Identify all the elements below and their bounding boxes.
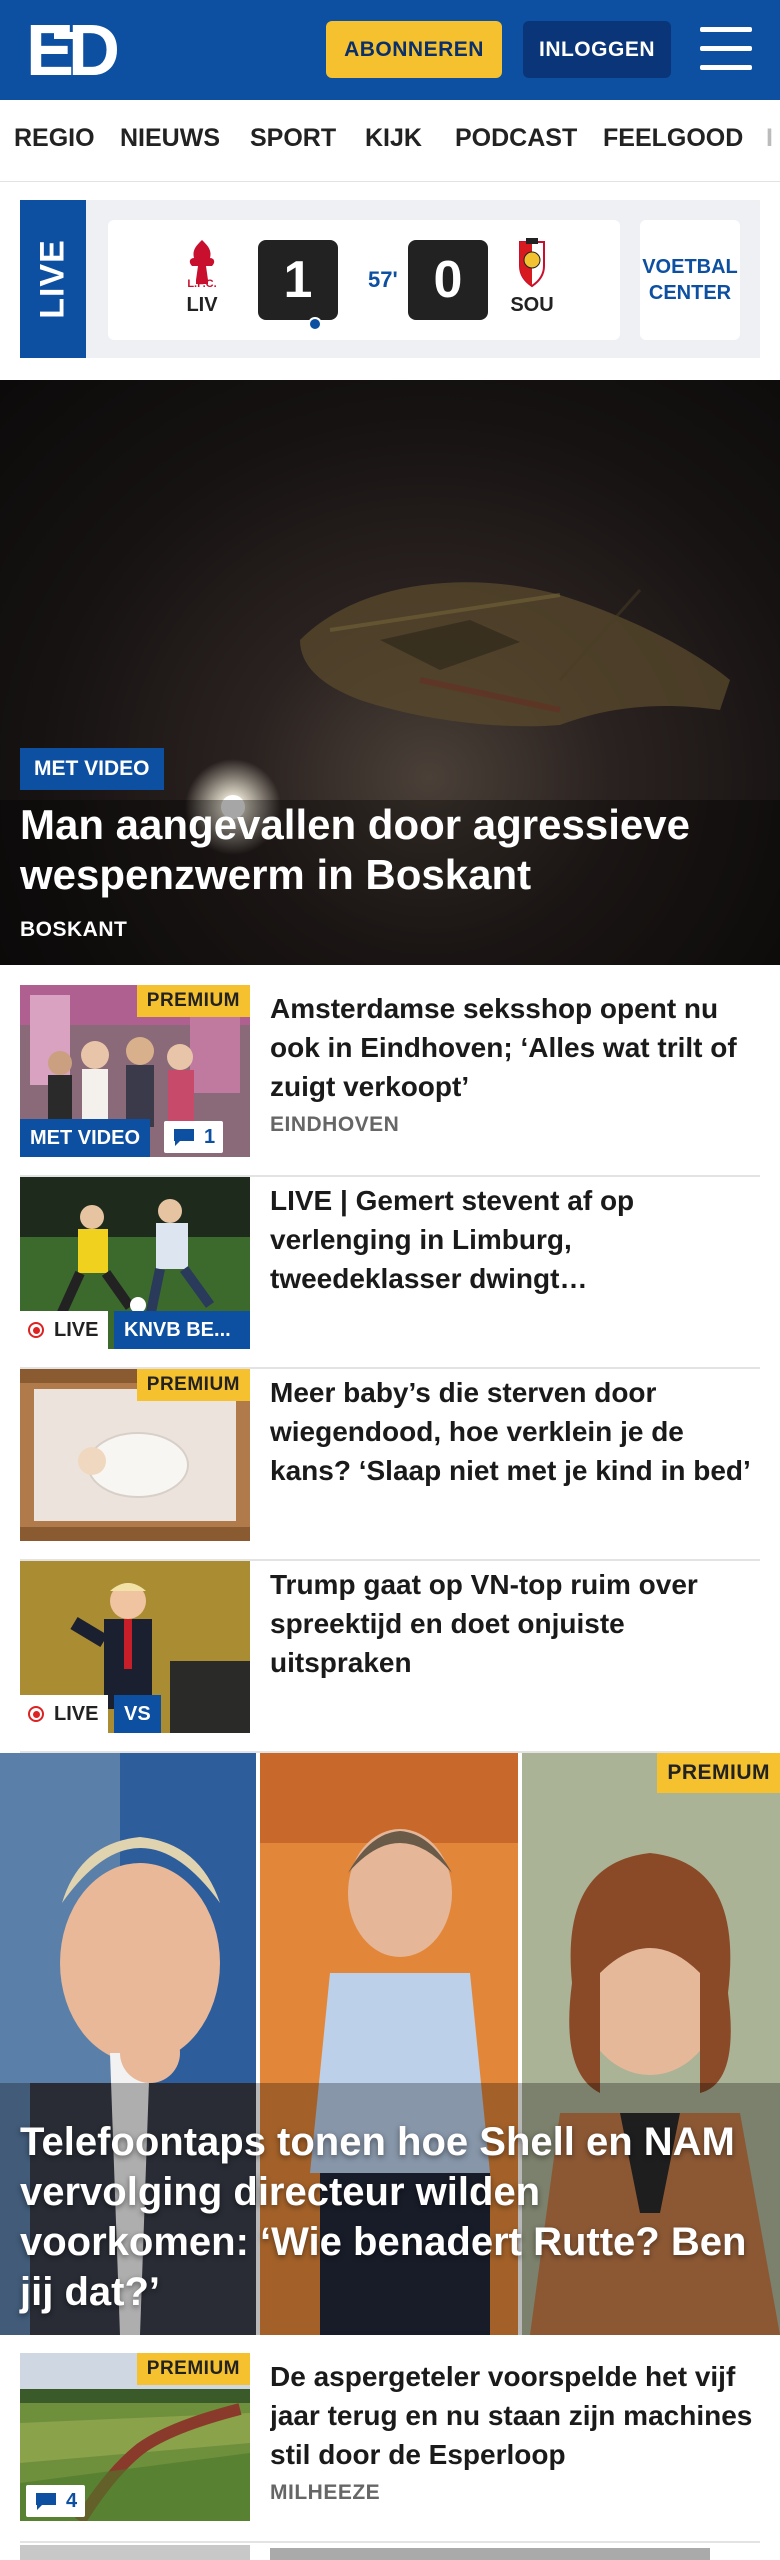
nav-item-sport[interactable]: SPORT bbox=[250, 124, 336, 153]
comment-count-badge[interactable]: 4 bbox=[26, 2485, 86, 2517]
ed-logo[interactable]: ED bbox=[26, 15, 120, 87]
comment-count-badge[interactable]: 1 bbox=[164, 1121, 224, 1153]
liverpool-crest-text: L.F.C. bbox=[187, 278, 217, 290]
live-score-bar: LIVE L.F.C. LIV 1 57' 0 SOU VOETBAL CENT… bbox=[20, 200, 760, 358]
article-title[interactable]: Meer baby’s die sterven door wiegendood,… bbox=[270, 1373, 760, 1490]
comment-count: 1 bbox=[204, 1125, 216, 1148]
article-title[interactable]: De aspergeteler voorspelde het vijf jaar… bbox=[270, 2357, 760, 2474]
article-row[interactable]: LIVE VS Trump gaat op VN-top ruim over s… bbox=[20, 1561, 760, 1753]
hero-title[interactable]: Man aangevallen door agressieve wespenzw… bbox=[20, 800, 740, 900]
nav-item-overflow[interactable]: I bbox=[766, 124, 773, 153]
article-title[interactable]: Amsterdamse seksshop opent nu ook in Ein… bbox=[270, 989, 760, 1106]
next-article-thumbnail bbox=[20, 2545, 250, 2560]
hero-location: BOSKANT bbox=[20, 918, 128, 941]
premium-badge: PREMIUM bbox=[657, 1753, 780, 1793]
logo-text: ED bbox=[26, 11, 120, 91]
article-thumbnail: LIVE KNVB BE... bbox=[20, 1177, 250, 1349]
comment-count: 4 bbox=[66, 2489, 78, 2512]
article-row[interactable]: LIVE KNVB BE... LIVE | Gemert stevent af… bbox=[20, 1177, 760, 1369]
article-location: EINDHOVEN bbox=[270, 1113, 400, 1136]
hero-video-tag: MET VIDEO bbox=[20, 748, 164, 790]
logo-accent-bar bbox=[54, 32, 80, 39]
menu-icon[interactable] bbox=[700, 27, 752, 71]
nav-item-regio[interactable]: REGIO bbox=[14, 124, 95, 153]
article-thumbnail: PREMIUM bbox=[20, 1369, 250, 1541]
live-badge: LIVE bbox=[20, 1311, 109, 1349]
nav-item-nieuws[interactable]: NIEUWS bbox=[120, 124, 220, 153]
article-title[interactable]: LIVE | Gemert stevent af op verlenging i… bbox=[270, 1181, 760, 1298]
away-team-abbr: SOU bbox=[510, 294, 554, 316]
voetbal-center-button[interactable]: VOETBAL CENTER bbox=[640, 220, 740, 340]
video-badge: MET VIDEO bbox=[20, 1119, 151, 1157]
article-row[interactable]: PREMIUM 4 De aspergeteler voorspelde het… bbox=[20, 2353, 760, 2543]
match-minute: 57' bbox=[368, 267, 398, 292]
article-row[interactable]: PREMIUM Meer baby’s die sterven door wie… bbox=[20, 1369, 760, 1561]
subscribe-button[interactable]: ABONNEREN bbox=[326, 21, 502, 78]
category-badge[interactable]: KNVB BE... bbox=[114, 1311, 250, 1349]
comment-icon bbox=[36, 2493, 56, 2510]
live-badge: LIVE bbox=[20, 1695, 109, 1733]
login-button[interactable]: INLOGGEN bbox=[523, 21, 671, 78]
feature-article[interactable]: PREMIUM Telefoontaps tonen hoe Shell en … bbox=[0, 1753, 780, 2335]
nav-item-feelgood[interactable]: FEELGOOD bbox=[603, 124, 743, 153]
article-location: MILHEEZE bbox=[270, 2481, 381, 2504]
article-thumbnail: LIVE VS bbox=[20, 1561, 250, 1733]
next-article-title-preview bbox=[270, 2548, 710, 2560]
home-team-abbr: LIV bbox=[186, 294, 218, 316]
home-score: 1 bbox=[258, 240, 338, 320]
match-score-card[interactable]: L.F.C. LIV 1 57' 0 SOU bbox=[108, 220, 620, 340]
live-badge-label: LIVE bbox=[54, 1318, 99, 1341]
southampton-crest-icon bbox=[502, 236, 562, 297]
premium-badge: PREMIUM bbox=[136, 2353, 250, 2385]
live-badge-label: LIVE bbox=[54, 1702, 99, 1725]
article-thumbnail: PREMIUM 4 bbox=[20, 2353, 250, 2521]
feature-title[interactable]: Telefoontaps tonen hoe Shell en NAM verv… bbox=[20, 2117, 760, 2317]
hero-article[interactable]: MET VIDEO Man aangevallen door agressiev… bbox=[0, 380, 780, 965]
premium-badge: PREMIUM bbox=[136, 985, 250, 1017]
live-tab[interactable]: LIVE bbox=[20, 200, 86, 358]
live-tab-label: LIVE bbox=[33, 239, 72, 319]
away-score: 0 bbox=[408, 240, 488, 320]
category-badge[interactable]: VS bbox=[114, 1695, 161, 1733]
live-dot-icon bbox=[28, 1706, 44, 1722]
site-header: ED ABONNEREN INLOGGEN bbox=[0, 0, 780, 100]
nav-item-kijk[interactable]: KIJK bbox=[365, 124, 422, 153]
nav-item-podcast[interactable]: PODCAST bbox=[455, 124, 577, 153]
premium-badge: PREMIUM bbox=[136, 1369, 250, 1401]
comment-icon bbox=[174, 1129, 194, 1146]
article-thumbnail: PREMIUM MET VIDEO 1 bbox=[20, 985, 250, 1157]
live-dot-icon bbox=[28, 1322, 44, 1338]
section-nav: REGIO NIEUWS SPORT KIJK PODCAST FEELGOOD… bbox=[0, 100, 780, 182]
live-indicator-icon bbox=[308, 317, 322, 331]
article-row[interactable]: PREMIUM MET VIDEO 1 Amsterdamse seksshop… bbox=[20, 985, 760, 1177]
article-title[interactable]: Trump gaat op VN-top ruim over spreektij… bbox=[270, 1565, 760, 1682]
